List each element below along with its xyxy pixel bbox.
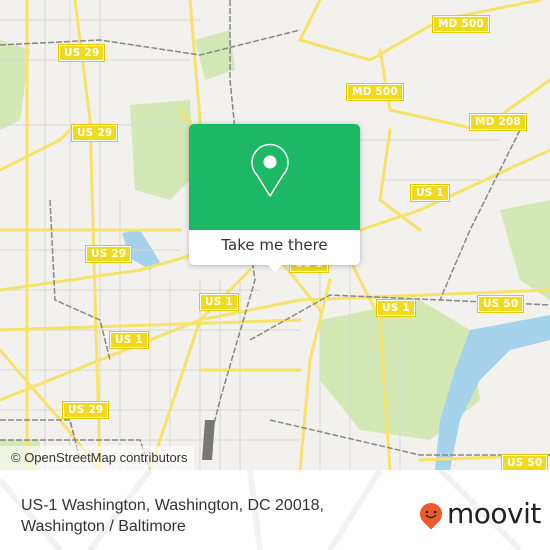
route-shield: US 1 bbox=[109, 331, 149, 349]
route-shield: US 50 bbox=[476, 295, 525, 313]
location-pin-icon bbox=[251, 143, 289, 197]
route-shield: MD 500 bbox=[346, 83, 404, 101]
route-shield: MD 208 bbox=[469, 113, 527, 131]
map-attribution[interactable]: © OpenStreetMap contributors bbox=[0, 446, 194, 470]
route-shield: US 1 bbox=[410, 184, 450, 202]
route-shield: MD 500 bbox=[432, 15, 490, 33]
take-me-there-button[interactable]: Take me there bbox=[189, 230, 360, 265]
rail-yard bbox=[202, 420, 215, 460]
address: US-1 Washington, Washington, DC 20018, W… bbox=[21, 495, 324, 537]
location-popup[interactable]: Take me there bbox=[189, 124, 360, 272]
smile-icon bbox=[425, 510, 437, 519]
route-shield: US 1 bbox=[199, 293, 239, 311]
route-shield: US 29 bbox=[84, 245, 133, 263]
footer: US-1 Washington, Washington, DC 20018, W… bbox=[0, 470, 550, 550]
popup-header[interactable] bbox=[189, 124, 360, 230]
address-line-1: US-1 Washington, Washington, DC 20018, bbox=[21, 497, 324, 514]
route-shield: US 29 bbox=[70, 124, 119, 142]
map-canvas[interactable]: US 29 US 29 US 29 US 29 MD 500 MD 500 MD… bbox=[0, 0, 550, 470]
route-shield: US 29 bbox=[57, 44, 106, 62]
route-shield: US 50 bbox=[500, 454, 549, 470]
address-line-2: Washington / Baltimore bbox=[21, 518, 186, 535]
popup-pointer bbox=[267, 264, 283, 272]
route-shield: US 1 bbox=[376, 299, 416, 317]
moovit-wordmark: moovit bbox=[447, 497, 541, 530]
route-shield: US 29 bbox=[61, 401, 110, 419]
